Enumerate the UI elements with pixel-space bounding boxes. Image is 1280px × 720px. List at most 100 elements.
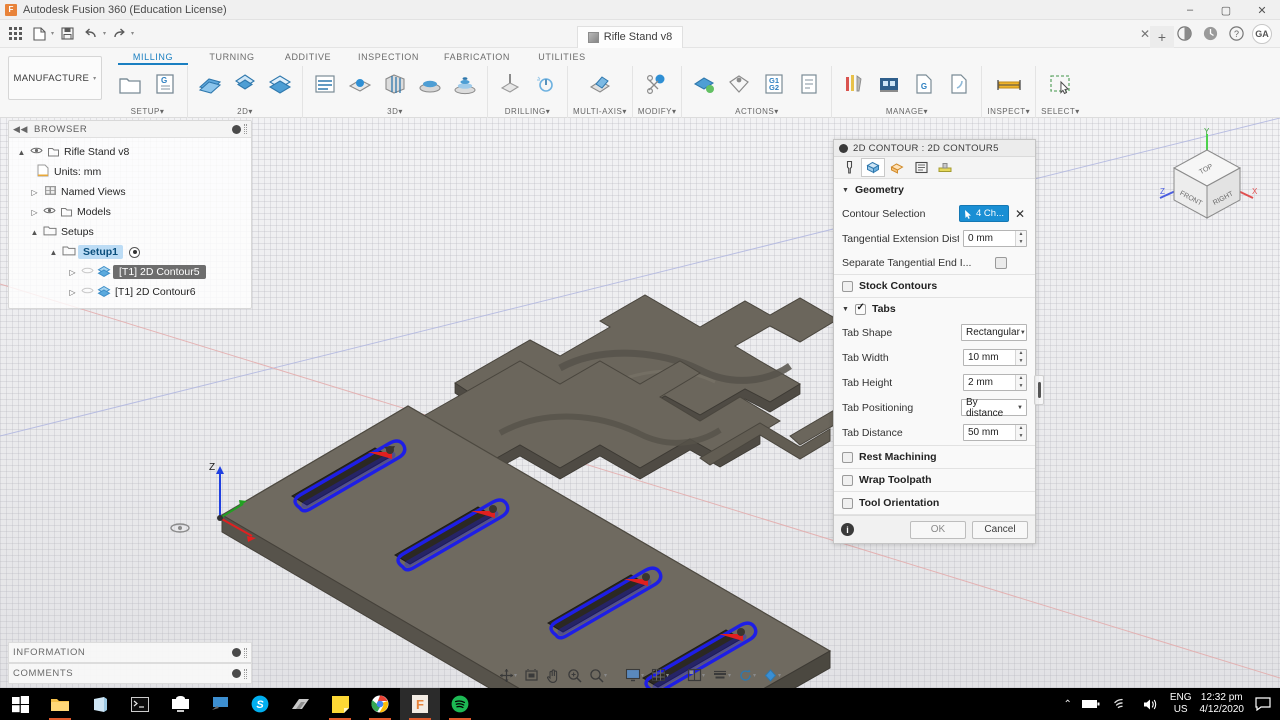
visibility-eye-icon[interactable] — [41, 206, 57, 218]
tree-item-2d-contour6[interactable]: ▷ [T1] 2D Contour6 — [9, 282, 251, 302]
tool-orientation-checkbox[interactable] — [842, 497, 853, 509]
teamviewer-icon[interactable] — [200, 688, 240, 720]
app-grid-icon[interactable] — [4, 23, 26, 45]
panel-grip[interactable] — [244, 647, 247, 658]
group-caret-icon[interactable]: ▾ — [1026, 107, 1031, 116]
geometry-tab[interactable] — [861, 158, 885, 177]
object-visibility-icon[interactable]: ▾ — [760, 664, 784, 686]
separate-tangential-checkbox[interactable] — [995, 256, 1007, 269]
panel-grip[interactable] — [244, 124, 247, 134]
tree-item-rifle-stand[interactable]: ▲ Rifle Stand v8 — [9, 142, 251, 162]
tab-positioning-dropdown[interactable]: By distance ▼ — [961, 397, 1027, 419]
ok-button[interactable]: OK — [910, 520, 966, 539]
wrap-toolpath-header[interactable]: Wrap Toolpath — [834, 469, 1035, 491]
job-status-icon[interactable] — [1200, 24, 1220, 44]
tangential-extension-input[interactable] — [964, 231, 1015, 246]
viewports-icon[interactable]: ▾ — [684, 664, 708, 686]
tray-chevron-icon[interactable]: ⌃ — [1063, 699, 1071, 710]
tree-item-units[interactable]: Units: mm — [9, 162, 251, 182]
group-caret-icon[interactable]: ▾ — [1075, 107, 1080, 116]
visibility-eye-icon[interactable] — [79, 266, 95, 278]
ribbon-tab-additive[interactable]: ADDITIVE — [270, 50, 346, 65]
spiral-icon[interactable] — [448, 68, 482, 100]
stock-contours-checkbox[interactable] — [842, 280, 853, 292]
post-process-icon[interactable]: G — [907, 68, 941, 100]
group-caret-icon[interactable]: ▾ — [924, 107, 929, 116]
zoom-caret-icon[interactable]: ▾ — [604, 672, 607, 679]
adaptive2d-icon[interactable] — [228, 68, 262, 100]
heights-tab[interactable] — [885, 158, 909, 177]
undo-icon[interactable] — [80, 23, 102, 45]
info-icon[interactable]: i — [841, 523, 854, 536]
document-tab[interactable]: Rifle Stand v8 — [576, 25, 684, 48]
language-indicator[interactable]: ENG US — [1170, 692, 1192, 716]
group-caret-icon[interactable]: ▾ — [672, 107, 677, 116]
g1g2-icon[interactable]: G1 G2 — [757, 68, 791, 100]
group-caret-icon[interactable]: ▾ — [774, 107, 779, 116]
visual-style-icon[interactable]: ▾ — [709, 664, 734, 686]
account-avatar[interactable]: GA — [1252, 23, 1272, 44]
file-explorer-icon[interactable] — [40, 688, 80, 720]
panel-dot-icon[interactable] — [232, 124, 241, 134]
maximize-button[interactable]: ▢ — [1208, 0, 1244, 20]
rest-machining-checkbox[interactable] — [842, 451, 853, 463]
wrap-toolpath-checkbox[interactable] — [842, 474, 853, 486]
file-icon[interactable] — [28, 23, 50, 45]
action-center-icon[interactable] — [1252, 697, 1274, 711]
scallop-icon[interactable] — [413, 68, 447, 100]
group-caret-icon[interactable]: ▾ — [546, 107, 551, 116]
geometry-section-header[interactable]: ▼ Geometry — [834, 179, 1035, 201]
ribbon-tab-fabrication[interactable]: FABRICATION — [431, 50, 523, 65]
cancel-button[interactable]: Cancel — [972, 520, 1028, 539]
tangential-extension-stepper[interactable]: ▲▼ — [963, 230, 1027, 247]
grid-snaps-icon[interactable]: ▾ — [648, 664, 672, 686]
visual-style-caret-icon[interactable]: ▾ — [728, 672, 731, 679]
simulate-icon[interactable] — [687, 68, 721, 100]
help-icon[interactable]: ? — [1226, 24, 1246, 44]
object-visibility-caret-icon[interactable]: ▾ — [778, 672, 781, 679]
stock-contours-header[interactable]: Stock Contours — [834, 275, 1035, 297]
skype-icon[interactable]: S — [240, 688, 280, 720]
tab-distance-input[interactable] — [964, 425, 1015, 440]
tabs-enable-checkbox[interactable] — [854, 302, 866, 315]
drill-icon[interactable] — [493, 68, 527, 100]
visibility-eye-icon[interactable] — [28, 146, 44, 158]
pocket-clearing-icon[interactable] — [343, 68, 377, 100]
tab-height-input[interactable] — [964, 375, 1015, 390]
view-cube[interactable]: Y Z X TOP FRONT RIGHT — [1152, 127, 1262, 238]
expand-arrow-icon[interactable]: ▲ — [15, 148, 28, 157]
setup-sheet-icon[interactable] — [792, 68, 826, 100]
document-tab-close-icon[interactable]: ✕ — [1140, 27, 1150, 41]
extensions-icon[interactable] — [1174, 24, 1194, 44]
display-settings-icon[interactable]: ▾ — [622, 664, 647, 686]
effects-icon[interactable]: ▾ — [735, 664, 759, 686]
ribbon-tab-inspection[interactable]: INSPECTION — [346, 50, 431, 65]
zoom-icon[interactable]: ▾ — [586, 664, 610, 686]
sticky-notes-icon[interactable] — [320, 688, 360, 720]
group-caret-icon[interactable]: ▾ — [622, 107, 627, 116]
viewports-caret-icon[interactable]: ▾ — [702, 672, 705, 679]
group-caret-icon[interactable]: ▾ — [160, 107, 165, 116]
display-caret-icon[interactable]: ▾ — [641, 672, 644, 679]
file-caret-icon[interactable]: ▾ — [51, 30, 54, 37]
adaptive3d-icon[interactable] — [308, 68, 342, 100]
swarf-icon[interactable] — [583, 68, 617, 100]
autodesk-icon[interactable] — [280, 688, 320, 720]
tab-width-stepper[interactable]: ▲▼ — [963, 349, 1027, 366]
face-icon[interactable] — [193, 68, 227, 100]
machine-library-icon[interactable] — [872, 68, 906, 100]
tool-orientation-header[interactable]: Tool Orientation — [834, 492, 1035, 514]
group-caret-icon[interactable]: ▾ — [248, 107, 253, 116]
parallel-icon[interactable] — [378, 68, 412, 100]
save-icon[interactable] — [56, 23, 78, 45]
dialog-title-bar[interactable]: 2D CONTOUR : 2D CONTOUR5 — [834, 140, 1035, 157]
redo-icon[interactable] — [108, 23, 130, 45]
tabs-section-header[interactable]: ▼ Tabs — [834, 298, 1035, 320]
battery-icon[interactable] — [1080, 699, 1102, 709]
expand-arrow-icon[interactable]: ▷ — [28, 208, 41, 217]
clear-selection-icon[interactable]: ✕ — [1013, 207, 1027, 221]
expand-arrow-icon[interactable]: ▷ — [28, 188, 41, 197]
section-expand-icon[interactable]: ▼ — [842, 306, 849, 313]
orbit-icon[interactable]: ▾ — [496, 664, 520, 686]
workspace-switcher[interactable]: MANUFACTURE ▾ — [8, 56, 102, 100]
